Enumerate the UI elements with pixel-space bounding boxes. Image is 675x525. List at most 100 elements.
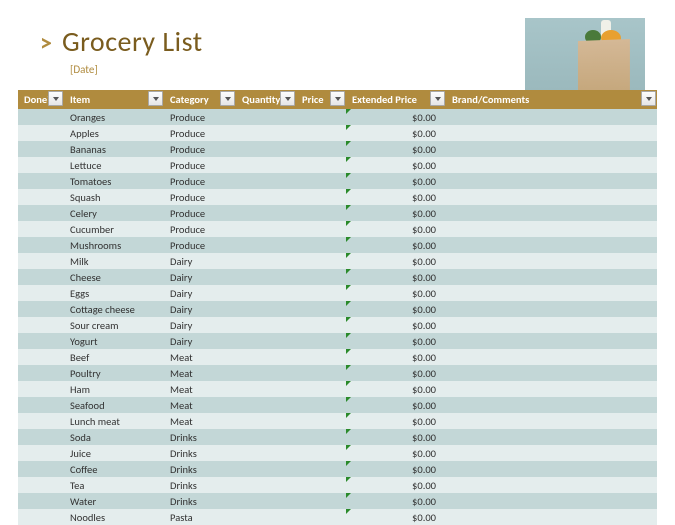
- cell-item[interactable]: Beef: [64, 349, 164, 365]
- cell-quantity[interactable]: [236, 141, 296, 157]
- cell-item[interactable]: Water: [64, 493, 164, 509]
- cell-category[interactable]: Produce: [164, 237, 236, 253]
- cell-category[interactable]: Pasta: [164, 509, 236, 525]
- cell-done[interactable]: [18, 365, 64, 381]
- cell-category[interactable]: Produce: [164, 205, 236, 221]
- cell-item[interactable]: Ham: [64, 381, 164, 397]
- cell-extended[interactable]: $0.00: [346, 237, 446, 253]
- cell-item[interactable]: Oranges: [64, 109, 164, 125]
- filter-dropdown-icon[interactable]: [330, 91, 345, 106]
- cell-brand[interactable]: [446, 397, 657, 413]
- cell-done[interactable]: [18, 237, 64, 253]
- cell-brand[interactable]: [446, 253, 657, 269]
- cell-category[interactable]: Produce: [164, 173, 236, 189]
- cell-price[interactable]: [296, 125, 346, 141]
- col-header-item[interactable]: Item: [64, 90, 164, 109]
- cell-category[interactable]: Produce: [164, 125, 236, 141]
- cell-quantity[interactable]: [236, 509, 296, 525]
- table-row[interactable]: LettuceProduce$0.00: [18, 157, 657, 173]
- table-row[interactable]: MilkDairy$0.00: [18, 253, 657, 269]
- cell-quantity[interactable]: [236, 221, 296, 237]
- filter-dropdown-icon[interactable]: [280, 91, 295, 106]
- cell-price[interactable]: [296, 253, 346, 269]
- cell-price[interactable]: [296, 509, 346, 525]
- table-row[interactable]: CeleryProduce$0.00: [18, 205, 657, 221]
- cell-price[interactable]: [296, 429, 346, 445]
- table-row[interactable]: PoultryMeat$0.00: [18, 365, 657, 381]
- col-header-category[interactable]: Category: [164, 90, 236, 109]
- cell-extended[interactable]: $0.00: [346, 349, 446, 365]
- cell-quantity[interactable]: [236, 381, 296, 397]
- cell-done[interactable]: [18, 269, 64, 285]
- cell-brand[interactable]: [446, 221, 657, 237]
- table-row[interactable]: CucumberProduce$0.00: [18, 221, 657, 237]
- cell-brand[interactable]: [446, 189, 657, 205]
- cell-item[interactable]: Noodles: [64, 509, 164, 525]
- cell-category[interactable]: Produce: [164, 109, 236, 125]
- table-row[interactable]: CoffeeDrinks$0.00: [18, 461, 657, 477]
- cell-done[interactable]: [18, 493, 64, 509]
- cell-quantity[interactable]: [236, 269, 296, 285]
- cell-price[interactable]: [296, 269, 346, 285]
- cell-brand[interactable]: [446, 109, 657, 125]
- cell-extended[interactable]: $0.00: [346, 445, 446, 461]
- cell-brand[interactable]: [446, 509, 657, 525]
- cell-category[interactable]: Dairy: [164, 301, 236, 317]
- cell-extended[interactable]: $0.00: [346, 333, 446, 349]
- cell-done[interactable]: [18, 461, 64, 477]
- cell-brand[interactable]: [446, 381, 657, 397]
- cell-item[interactable]: Apples: [64, 125, 164, 141]
- cell-price[interactable]: [296, 109, 346, 125]
- cell-category[interactable]: Drinks: [164, 429, 236, 445]
- cell-quantity[interactable]: [236, 333, 296, 349]
- cell-item[interactable]: Poultry: [64, 365, 164, 381]
- cell-quantity[interactable]: [236, 461, 296, 477]
- cell-done[interactable]: [18, 413, 64, 429]
- table-row[interactable]: EggsDairy$0.00: [18, 285, 657, 301]
- cell-item[interactable]: Mushrooms: [64, 237, 164, 253]
- cell-item[interactable]: Sour cream: [64, 317, 164, 333]
- cell-brand[interactable]: [446, 301, 657, 317]
- table-row[interactable]: ApplesProduce$0.00: [18, 125, 657, 141]
- cell-category[interactable]: Meat: [164, 413, 236, 429]
- cell-done[interactable]: [18, 141, 64, 157]
- cell-done[interactable]: [18, 333, 64, 349]
- cell-done[interactable]: [18, 301, 64, 317]
- cell-extended[interactable]: $0.00: [346, 285, 446, 301]
- cell-done[interactable]: [18, 221, 64, 237]
- cell-extended[interactable]: $0.00: [346, 461, 446, 477]
- filter-dropdown-icon[interactable]: [148, 91, 163, 106]
- cell-brand[interactable]: [446, 429, 657, 445]
- cell-price[interactable]: [296, 317, 346, 333]
- cell-category[interactable]: Dairy: [164, 253, 236, 269]
- table-row[interactable]: Sour creamDairy$0.00: [18, 317, 657, 333]
- cell-done[interactable]: [18, 189, 64, 205]
- cell-quantity[interactable]: [236, 237, 296, 253]
- cell-brand[interactable]: [446, 157, 657, 173]
- cell-item[interactable]: Lunch meat: [64, 413, 164, 429]
- cell-item[interactable]: Soda: [64, 429, 164, 445]
- cell-category[interactable]: Dairy: [164, 317, 236, 333]
- col-header-price[interactable]: Price: [296, 90, 346, 109]
- table-row[interactable]: TeaDrinks$0.00: [18, 477, 657, 493]
- cell-price[interactable]: [296, 205, 346, 221]
- cell-category[interactable]: Meat: [164, 365, 236, 381]
- cell-quantity[interactable]: [236, 189, 296, 205]
- cell-category[interactable]: Meat: [164, 397, 236, 413]
- cell-price[interactable]: [296, 157, 346, 173]
- cell-category[interactable]: Drinks: [164, 477, 236, 493]
- cell-extended[interactable]: $0.00: [346, 301, 446, 317]
- filter-dropdown-icon[interactable]: [641, 91, 656, 106]
- cell-quantity[interactable]: [236, 493, 296, 509]
- cell-extended[interactable]: $0.00: [346, 189, 446, 205]
- cell-extended[interactable]: $0.00: [346, 173, 446, 189]
- table-row[interactable]: NoodlesPasta$0.00: [18, 509, 657, 525]
- cell-price[interactable]: [296, 477, 346, 493]
- cell-extended[interactable]: $0.00: [346, 269, 446, 285]
- cell-extended[interactable]: $0.00: [346, 381, 446, 397]
- table-row[interactable]: SodaDrinks$0.00: [18, 429, 657, 445]
- cell-extended[interactable]: $0.00: [346, 397, 446, 413]
- cell-price[interactable]: [296, 141, 346, 157]
- cell-brand[interactable]: [446, 269, 657, 285]
- table-row[interactable]: MushroomsProduce $0.00: [18, 237, 657, 253]
